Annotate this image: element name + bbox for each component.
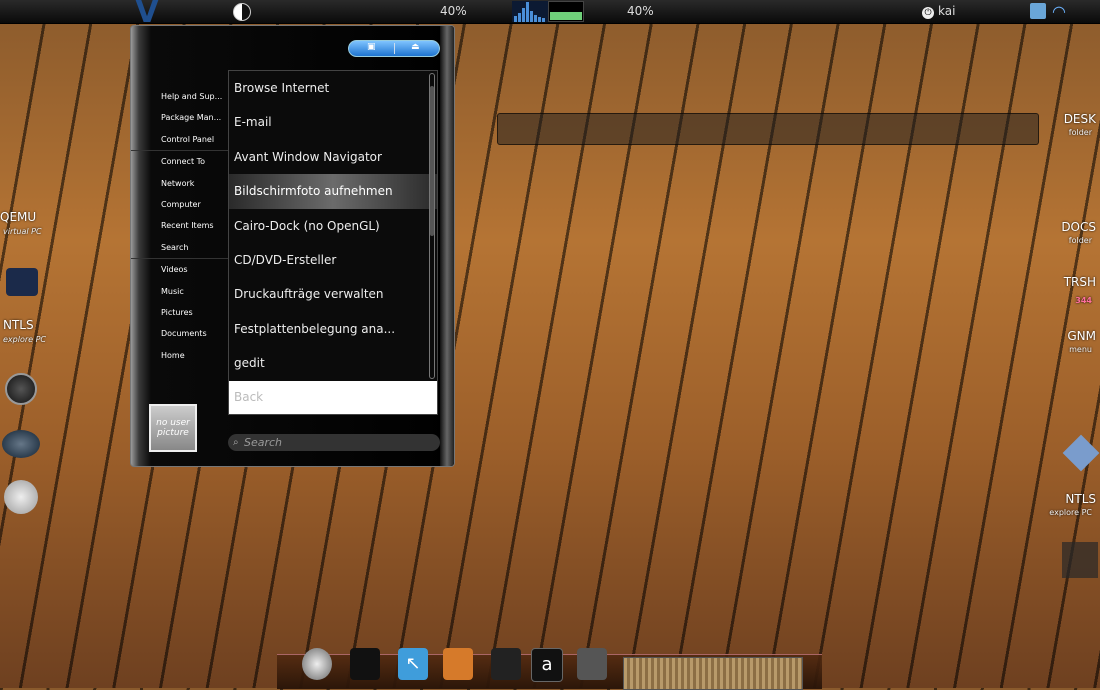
ntls-right-sub: explore PC [1049,508,1092,517]
wifi-icon[interactable]: ◠ [1052,2,1066,21]
qemu-sub: virtual PC [3,227,42,236]
place-item[interactable]: Documents [131,323,229,344]
app-item[interactable]: CD/DVD-Ersteller [229,243,437,277]
ntls-right-label[interactable]: NTLS [1065,492,1096,506]
username: kai [938,4,956,18]
place-item[interactable]: Videos [131,259,229,280]
desk-label[interactable]: DESK [1064,112,1096,126]
place-item[interactable]: Network [131,173,229,194]
ntls-label[interactable]: NTLS [3,318,34,332]
place-item[interactable]: Music [131,281,229,302]
place-item[interactable]: Control Panel [131,129,229,150]
lock-screen-icon[interactable]: ▣ [367,42,376,52]
top-panel: 40% 40% ⏻ kai ◠ [0,0,1100,24]
memory-percent: 40% [627,4,654,18]
app-launcher-icon[interactable] [6,268,38,296]
memory-meter [548,1,584,22]
gnm-label[interactable]: GNM [1067,329,1096,343]
place-item[interactable]: Pictures [131,302,229,323]
qemu-label[interactable]: QEMU [0,210,36,224]
app-item[interactable]: Cairo-Dock (no OpenGL) [229,209,437,243]
back-button[interactable]: Back [229,380,437,414]
speaker-icon[interactable] [5,373,37,405]
dock-cursor-icon[interactable]: ↖ [398,648,428,680]
app-item-highlighted[interactable]: Bildschirmfoto aufnehmen [229,174,437,209]
application-list: Browse Internet E-mail Avant Window Navi… [228,70,438,415]
dock-mascot-icon[interactable] [443,648,473,680]
place-item[interactable]: Home [131,345,229,366]
desk-sub: folder [1068,128,1092,137]
app-item[interactable]: E-mail [229,105,437,139]
dock-a-icon[interactable]: a [531,648,563,682]
user-menu[interactable]: ⏻ kai [922,4,955,19]
dock-menu-icon[interactable] [302,648,332,680]
user-avatar[interactable]: no user picture [149,404,197,452]
menu-search-input[interactable]: ⌕ Search [228,434,440,451]
cpu-graph [512,1,548,22]
eject-icon[interactable]: ⏏ [411,42,420,52]
search-icon: ⌕ [233,437,239,448]
menu-header-buttons: ▣ ⏏ [348,40,440,57]
place-item[interactable]: Package Man... [131,107,229,128]
app-item[interactable]: Festplattenbelegung ana... [229,312,437,346]
app-item[interactable]: Browse Internet [229,71,437,105]
app-item[interactable]: gedit [229,346,437,380]
dock-terminal-icon[interactable] [350,648,380,680]
place-item[interactable]: Help and Sup... [131,86,229,107]
start-menu-window: ▣ ⏏ Help and Sup... Package Man... Contr… [130,25,455,467]
dock-files-icon[interactable] [491,648,521,680]
app-item[interactable]: Druckaufträge verwalten [229,277,437,311]
network-diamond-icon[interactable] [1062,434,1100,472]
settings-gear-icon[interactable] [1062,542,1098,578]
app-list-scrollbar[interactable] [429,73,435,379]
clock-icon[interactable] [4,480,38,514]
gnm-sub: menu [1069,345,1092,354]
docs-sub: folder [1068,236,1092,245]
places-sidebar: Help and Sup... Package Man... Control P… [131,86,229,366]
media-player-icon[interactable] [2,430,40,458]
search-placeholder: Search [244,436,283,449]
place-item[interactable]: Connect To [131,151,229,172]
network-tray-icon[interactable] [1030,3,1046,19]
place-item[interactable]: Recent Items [131,215,229,236]
place-item[interactable]: Search [131,237,229,258]
ntls-sub: explore PC [3,335,47,344]
dock-screenshot-icon[interactable] [577,648,607,680]
trash-label[interactable]: TRSH [1064,275,1096,289]
docs-label[interactable]: DOCS [1061,220,1096,234]
dock-panel-widget[interactable] [623,657,803,690]
session-menu-icon[interactable] [233,3,251,21]
power-icon: ⏻ [922,7,934,19]
place-item[interactable]: Computer [131,194,229,215]
cpu-percent: 40% [440,4,467,18]
desktop-widget-bar[interactable] [497,113,1039,145]
trash-count: 344 [1075,296,1092,305]
app-item[interactable]: Avant Window Navigator [229,140,437,174]
